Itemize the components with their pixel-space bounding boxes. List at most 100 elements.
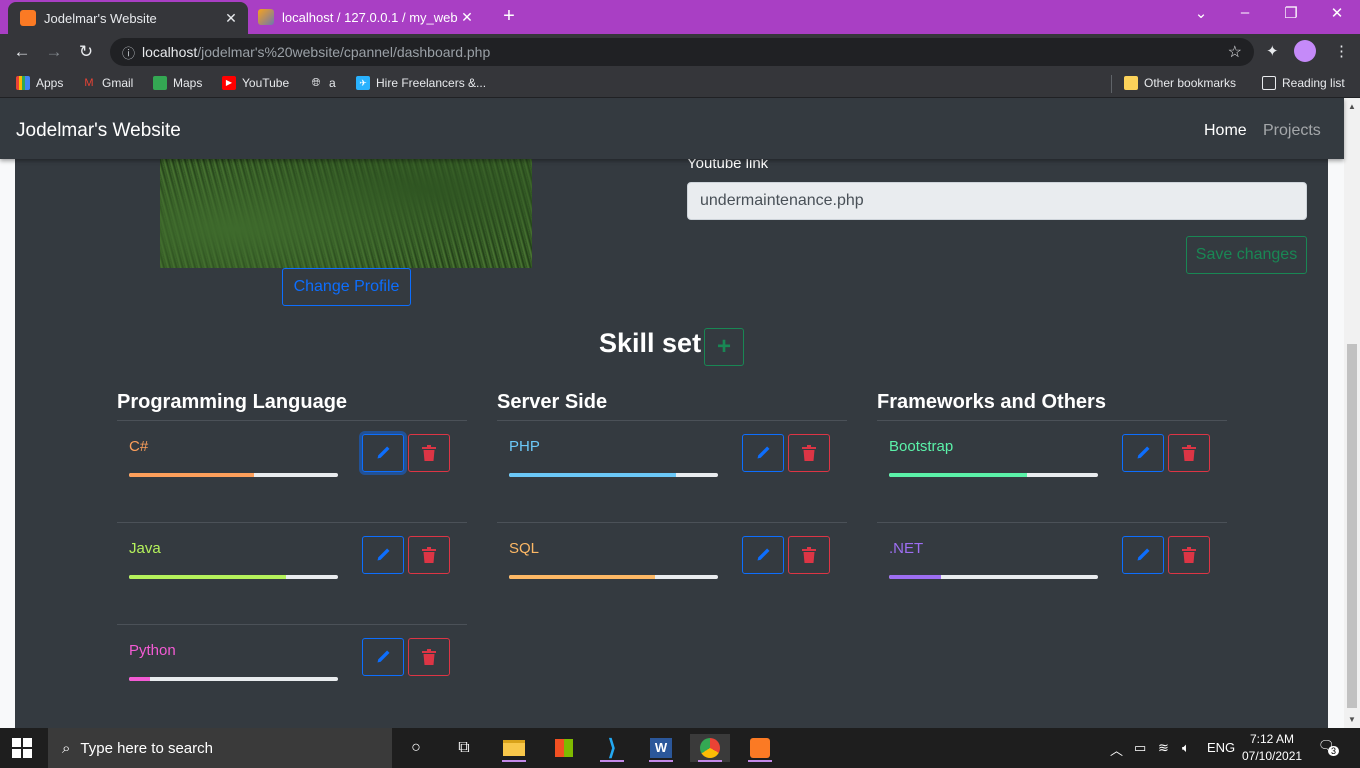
youtube-link-input[interactable]: undermaintenance.php [687,182,1307,220]
vscode-icon[interactable]: ⟩ [592,734,632,762]
notification-center-icon[interactable]: 🗨︎ 3 [1318,738,1340,756]
xampp-taskbar-icon[interactable] [740,734,780,762]
taskbar-search[interactable]: ⌕ Type here to search [48,728,392,768]
edit-skill-button-csharp[interactable] [362,434,404,472]
minimize-icon[interactable]: – [1230,4,1260,21]
skill-level-bootstrap [889,473,1027,477]
bookmark-maps[interactable]: Maps [153,76,202,90]
skill-bar-python [129,677,338,681]
search-placeholder: Type here to search [80,739,213,757]
delete-skill-button-dotnet[interactable] [1168,536,1210,574]
bookmark-apps[interactable]: Apps [16,76,63,90]
apps-grid-icon [16,76,30,90]
chrome-icon[interactable] [690,734,730,762]
bookmark-gmail[interactable]: M Gmail [82,76,133,90]
delete-skill-button-bootstrap[interactable] [1168,434,1210,472]
store-icon[interactable] [544,734,584,762]
language-indicator[interactable]: ENG [1207,740,1235,755]
windows-start-icon[interactable] [12,738,32,758]
skill-bar-sql [509,575,718,579]
edit-skill-button-sql[interactable] [742,536,784,574]
pencil-icon [1137,446,1150,459]
pencil-icon [1137,548,1150,561]
edit-skill-button-php[interactable] [742,434,784,472]
bookmarks-bar: Apps M Gmail Maps ▶ YouTube 🌐︎ a ✈ Hire Free… [0,70,1360,98]
close-tab-icon[interactable]: ✕ [458,9,476,26]
profile-avatar[interactable] [1294,40,1316,62]
add-skill-button[interactable]: + [704,328,744,366]
site-info-icon[interactable]: ⓘ [122,43,142,62]
scroll-down-icon[interactable]: ▼ [1348,715,1356,724]
close-window-icon[interactable]: ✕ [1322,4,1352,22]
delete-skill-button-sql[interactable] [788,536,830,574]
wifi-icon[interactable]: ≋ [1158,740,1169,756]
extensions-icon[interactable]: ✦ [1266,42,1279,60]
forward-icon[interactable]: → [42,40,66,64]
skill-name-sql: SQL [509,540,540,557]
globe-icon: 🌐︎ [311,77,321,89]
maps-icon [153,76,167,90]
change-profile-button[interactable]: Change Profile [282,268,411,306]
skill-name-csharp: C# [129,438,149,455]
skill-level-java [129,575,286,579]
delete-skill-button-java[interactable] [408,536,450,574]
bookmark-star-icon[interactable]: ☆ [1228,42,1242,62]
menu-icon[interactable]: ⋮ [1334,42,1349,60]
save-changes-button[interactable]: Save changes [1186,236,1307,274]
scroll-up-icon[interactable]: ▲ [1348,102,1356,111]
task-view-icon[interactable]: ⧉ [444,734,484,762]
delete-skill-button-php[interactable] [788,434,830,472]
close-tab-icon[interactable]: ✕ [222,10,240,27]
tab-title: localhost / 127.0.0.1 / my_website [282,9,458,25]
delete-skill-button-python[interactable] [408,638,450,676]
column-heading-programming-language: Programming Language [117,391,348,413]
site-navbar: Jodelmar's Website Home Projects [0,98,1344,159]
trash-icon [422,445,436,461]
bookmark-youtube[interactable]: ▶ YouTube [222,76,289,90]
edit-skill-button-python[interactable] [362,638,404,676]
skill-name-dotnet: .NET [889,540,924,557]
skill-level-php [509,473,677,477]
tab-search-icon[interactable]: ⌄ [1186,4,1216,22]
nav-home-link[interactable]: Home [1204,122,1247,140]
scrollbar-thumb[interactable] [1347,344,1357,708]
battery-icon[interactable]: ▭ [1134,740,1146,756]
youtube-icon: ▶ [222,76,236,90]
reading-list[interactable]: Reading list [1262,76,1345,90]
word-icon[interactable]: W [641,734,681,762]
edit-skill-button-java[interactable] [362,536,404,574]
tab-jodelmar-website[interactable]: Jodelmar's Website ✕ [8,2,248,34]
edit-skill-button-dotnet[interactable] [1122,536,1164,574]
back-icon[interactable]: ← [10,40,34,64]
dashboard-card: Change Profile Youtube link undermainten… [15,98,1328,728]
notification-count: 3 [1328,746,1340,756]
taskbar-clock[interactable]: 7:12 AM 07/10/2021 [1242,731,1302,765]
phpmyadmin-icon [258,9,274,25]
volume-icon[interactable]: 🔈︎ [1182,740,1190,756]
reload-icon[interactable]: ↻ [74,40,98,64]
skill-bar-dotnet [889,575,1098,579]
new-tab-button[interactable]: + [498,6,520,28]
bookmark-a[interactable]: 🌐︎ a [309,76,336,90]
site-brand[interactable]: Jodelmar's Website [16,120,181,142]
url-text: localhost/jodelmar's%20website/cpannel/d… [142,44,491,60]
bookmark-other[interactable]: Other bookmarks [1124,76,1236,90]
address-bar[interactable]: ⓘ localhost/jodelmar's%20website/cpannel… [110,38,1254,66]
file-explorer-icon[interactable] [494,734,534,762]
edit-skill-button-bootstrap[interactable] [1122,434,1164,472]
pencil-icon [377,446,390,459]
page-scrollbar[interactable]: ▲ ▼ [1344,98,1360,728]
skill-bar-csharp [129,473,338,477]
tray-overflow-icon[interactable]: ︿ [1110,740,1123,759]
pencil-icon [377,548,390,561]
nav-projects-link[interactable]: Projects [1263,122,1321,140]
tab-phpmyadmin[interactable]: localhost / 127.0.0.1 / my_website ✕ [252,0,484,34]
delete-skill-button-csharp[interactable] [408,434,450,472]
trash-icon [422,649,436,665]
page-viewport: Change Profile Youtube link undermainten… [0,98,1360,728]
bookmark-hire-freelancers[interactable]: ✈ Hire Freelancers &... [356,76,486,90]
browser-toolbar: ← → ↻ ⓘ localhost/jodelmar's%20website/c… [0,34,1360,70]
restore-icon[interactable]: ❐ [1276,4,1306,22]
cortana-icon[interactable]: ○ [396,734,436,762]
windows-taskbar: ⌕ Type here to search ○ ⧉ ⟩ W ︿ ▭ ≋ 🔈︎ E… [0,728,1360,768]
